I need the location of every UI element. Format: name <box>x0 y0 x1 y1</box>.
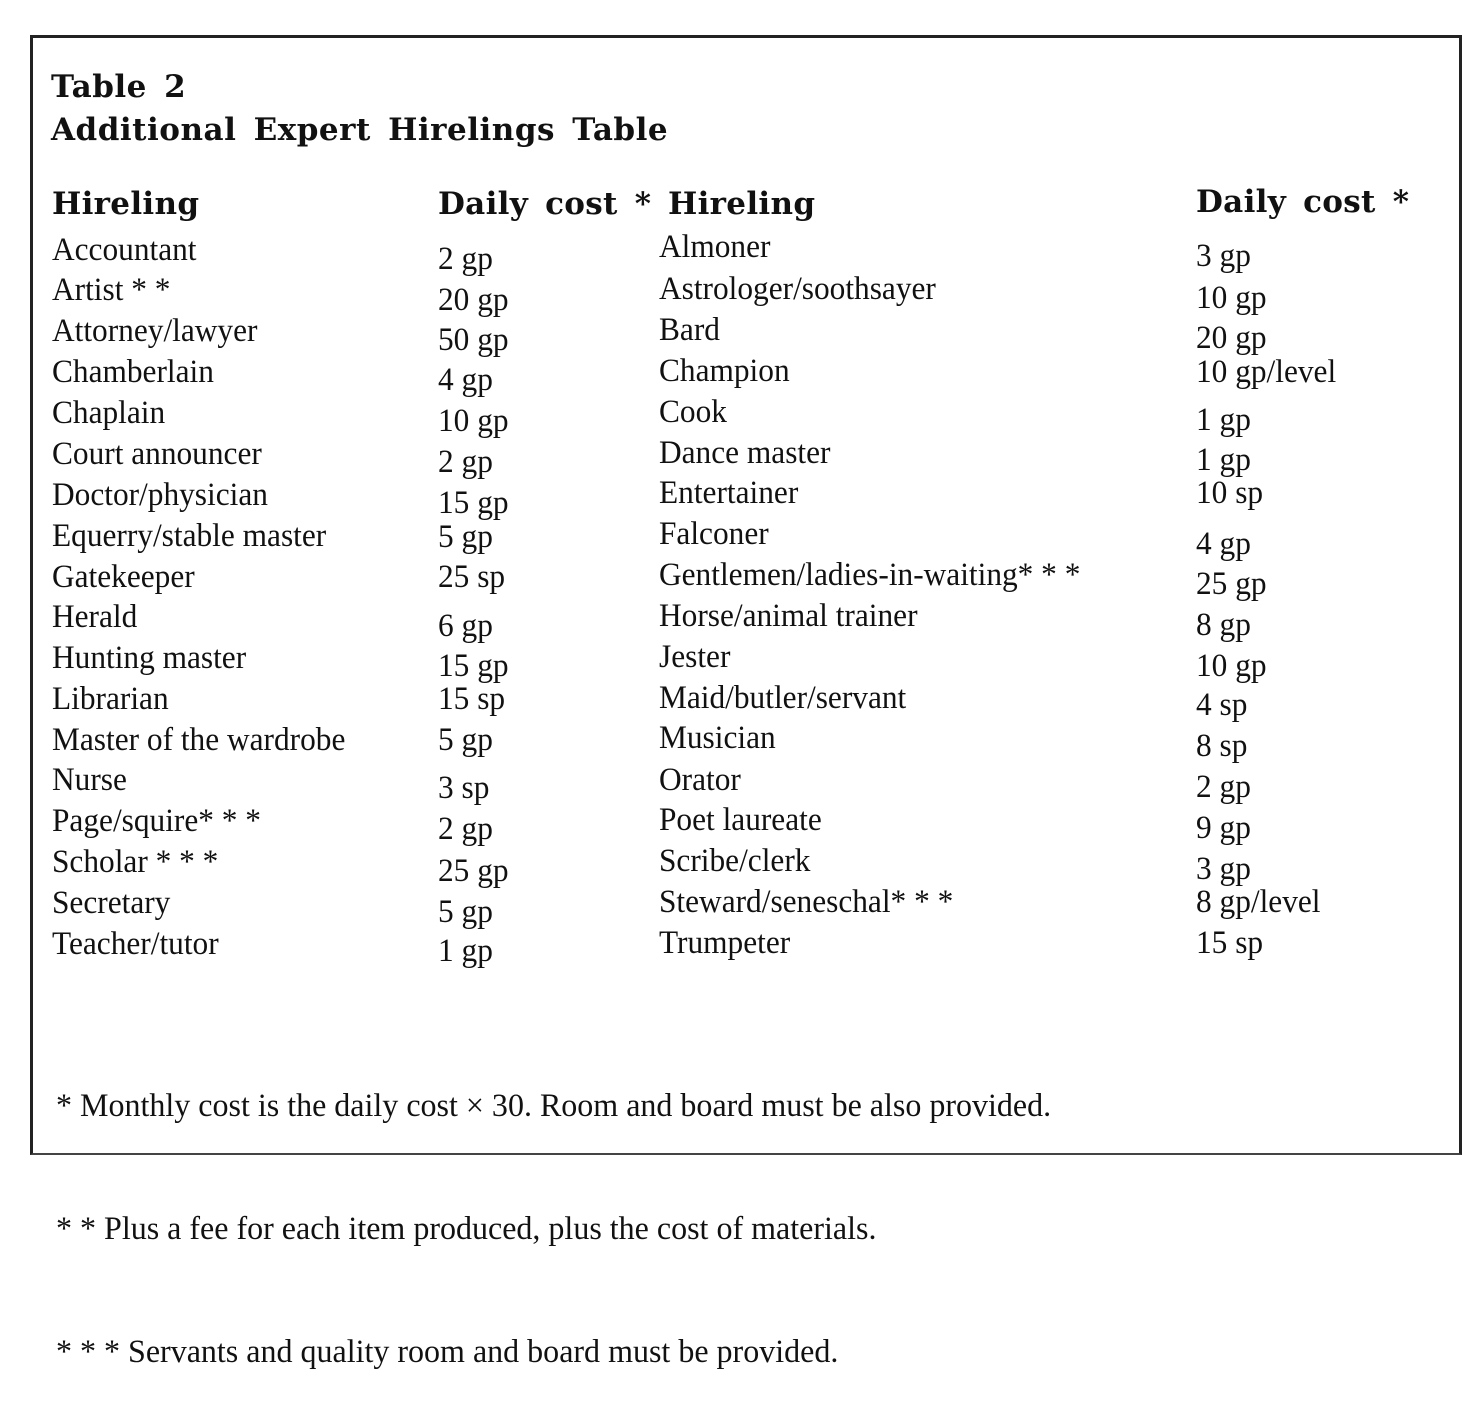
hireling-name: Master of the wardrobe <box>52 722 346 758</box>
hireling-name: Entertainer <box>659 475 799 511</box>
hireling-name: Poet laureate <box>659 802 822 838</box>
daily-cost: 8 sp <box>1196 728 1248 764</box>
daily-cost: 10 gp <box>438 403 509 439</box>
hireling-name: Astrologer/soothsayer <box>659 271 936 307</box>
daily-cost: 20 gp <box>1196 320 1267 356</box>
footnote: * * * Servants and quality room and boar… <box>56 1334 839 1370</box>
hireling-name: Scribe/clerk <box>659 843 811 879</box>
daily-cost: 1 gp <box>1196 442 1251 478</box>
hireling-name: Orator <box>659 762 741 798</box>
hireling-name: Jester <box>659 639 731 675</box>
daily-cost: 4 gp <box>1196 526 1251 562</box>
daily-cost: 15 sp <box>1196 925 1264 961</box>
footnotes: * Monthly cost is the daily cost × 30. R… <box>56 1004 1051 1414</box>
hireling-name: Dance master <box>659 435 831 471</box>
hireling-name: Cook <box>659 394 727 430</box>
hireling-name: Gatekeeper <box>52 559 195 595</box>
hireling-name: Librarian <box>52 681 169 717</box>
hireling-name: Artist * * <box>52 272 171 308</box>
daily-cost: 6 gp <box>438 608 493 644</box>
hireling-name: Scholar * * * <box>52 844 219 880</box>
daily-cost: 25 gp <box>1196 566 1267 602</box>
daily-cost: 20 gp <box>438 282 509 318</box>
daily-cost: 8 gp <box>1196 607 1251 643</box>
hireling-name: Falconer <box>659 516 769 552</box>
hireling-name: Hunting master <box>52 640 247 676</box>
hireling-name: Horse/animal trainer <box>659 598 918 634</box>
table-caption: Table 2 Additional Expert Hirelings Tabl… <box>51 66 668 152</box>
footnote: * * Plus a fee for each item produced, p… <box>56 1211 877 1247</box>
daily-cost: 10 gp <box>1196 280 1267 316</box>
daily-cost: 2 gp <box>438 811 493 847</box>
daily-cost: 2 gp <box>438 444 493 480</box>
hireling-name: Bard <box>659 312 720 348</box>
hireling-name: Chamberlain <box>52 354 214 390</box>
daily-cost: 4 gp <box>438 362 493 398</box>
hireling-name: Secretary <box>52 885 171 921</box>
daily-cost: 5 gp <box>438 722 493 758</box>
daily-cost: 25 gp <box>438 853 509 889</box>
footnote: * Monthly cost is the daily cost × 30. R… <box>56 1088 1052 1124</box>
daily-cost: 25 sp <box>438 559 506 595</box>
daily-cost: 10 gp <box>1196 648 1267 684</box>
hireling-name: Gentlemen/ladies-in-waiting* * * <box>659 557 1081 593</box>
hireling-name: Chaplain <box>52 395 166 431</box>
hireling-name: Nurse <box>52 762 127 798</box>
daily-cost: 8 gp/level <box>1196 884 1321 920</box>
hireling-name: Maid/butler/servant <box>659 680 907 716</box>
hireling-name: Musician <box>659 720 776 756</box>
hireling-name: Steward/seneschal* * * <box>659 884 954 920</box>
hireling-name: Almoner <box>659 229 771 265</box>
daily-cost: 50 gp <box>438 322 509 358</box>
daily-cost: 15 sp <box>438 681 506 717</box>
daily-cost: 1 gp <box>1196 402 1251 438</box>
header-left-hireling: Hireling <box>52 186 200 222</box>
daily-cost: 3 gp <box>1196 851 1251 887</box>
hireling-name: Champion <box>659 353 790 389</box>
daily-cost: 10 sp <box>1196 475 1264 511</box>
header-right-hireling: Hireling <box>668 186 816 222</box>
hireling-name: Court announcer <box>52 436 262 472</box>
daily-cost: 15 gp <box>438 648 509 684</box>
hireling-name: Doctor/physician <box>52 477 268 513</box>
daily-cost: 5 gp <box>438 519 493 555</box>
header-right-daily-cost: Daily cost * <box>1196 184 1410 220</box>
table-title: Additional Expert Hirelings Table <box>51 112 669 148</box>
daily-cost: 10 gp/level <box>1196 354 1337 390</box>
daily-cost: 5 gp <box>438 894 493 930</box>
daily-cost: 2 gp <box>1196 769 1251 805</box>
hireling-name: Page/squire* * * <box>52 803 261 839</box>
daily-cost: 3 sp <box>438 770 490 806</box>
daily-cost: 1 gp <box>438 933 493 969</box>
daily-cost: 4 sp <box>1196 687 1248 723</box>
hireling-name: Equerry/stable master <box>52 518 327 554</box>
daily-cost: 15 gp <box>438 485 509 521</box>
daily-cost: 9 gp <box>1196 810 1251 846</box>
hireling-name: Teacher/tutor <box>52 926 219 962</box>
daily-cost: 2 gp <box>438 241 493 277</box>
daily-cost: 3 gp <box>1196 238 1251 274</box>
hireling-name: Attorney/lawyer <box>52 313 258 349</box>
hireling-name: Accountant <box>52 232 197 268</box>
hireling-name: Herald <box>52 599 138 635</box>
header-left-daily-cost: Daily cost * <box>438 186 652 222</box>
table-number: Table 2 <box>51 69 187 105</box>
hireling-name: Trumpeter <box>659 925 791 961</box>
